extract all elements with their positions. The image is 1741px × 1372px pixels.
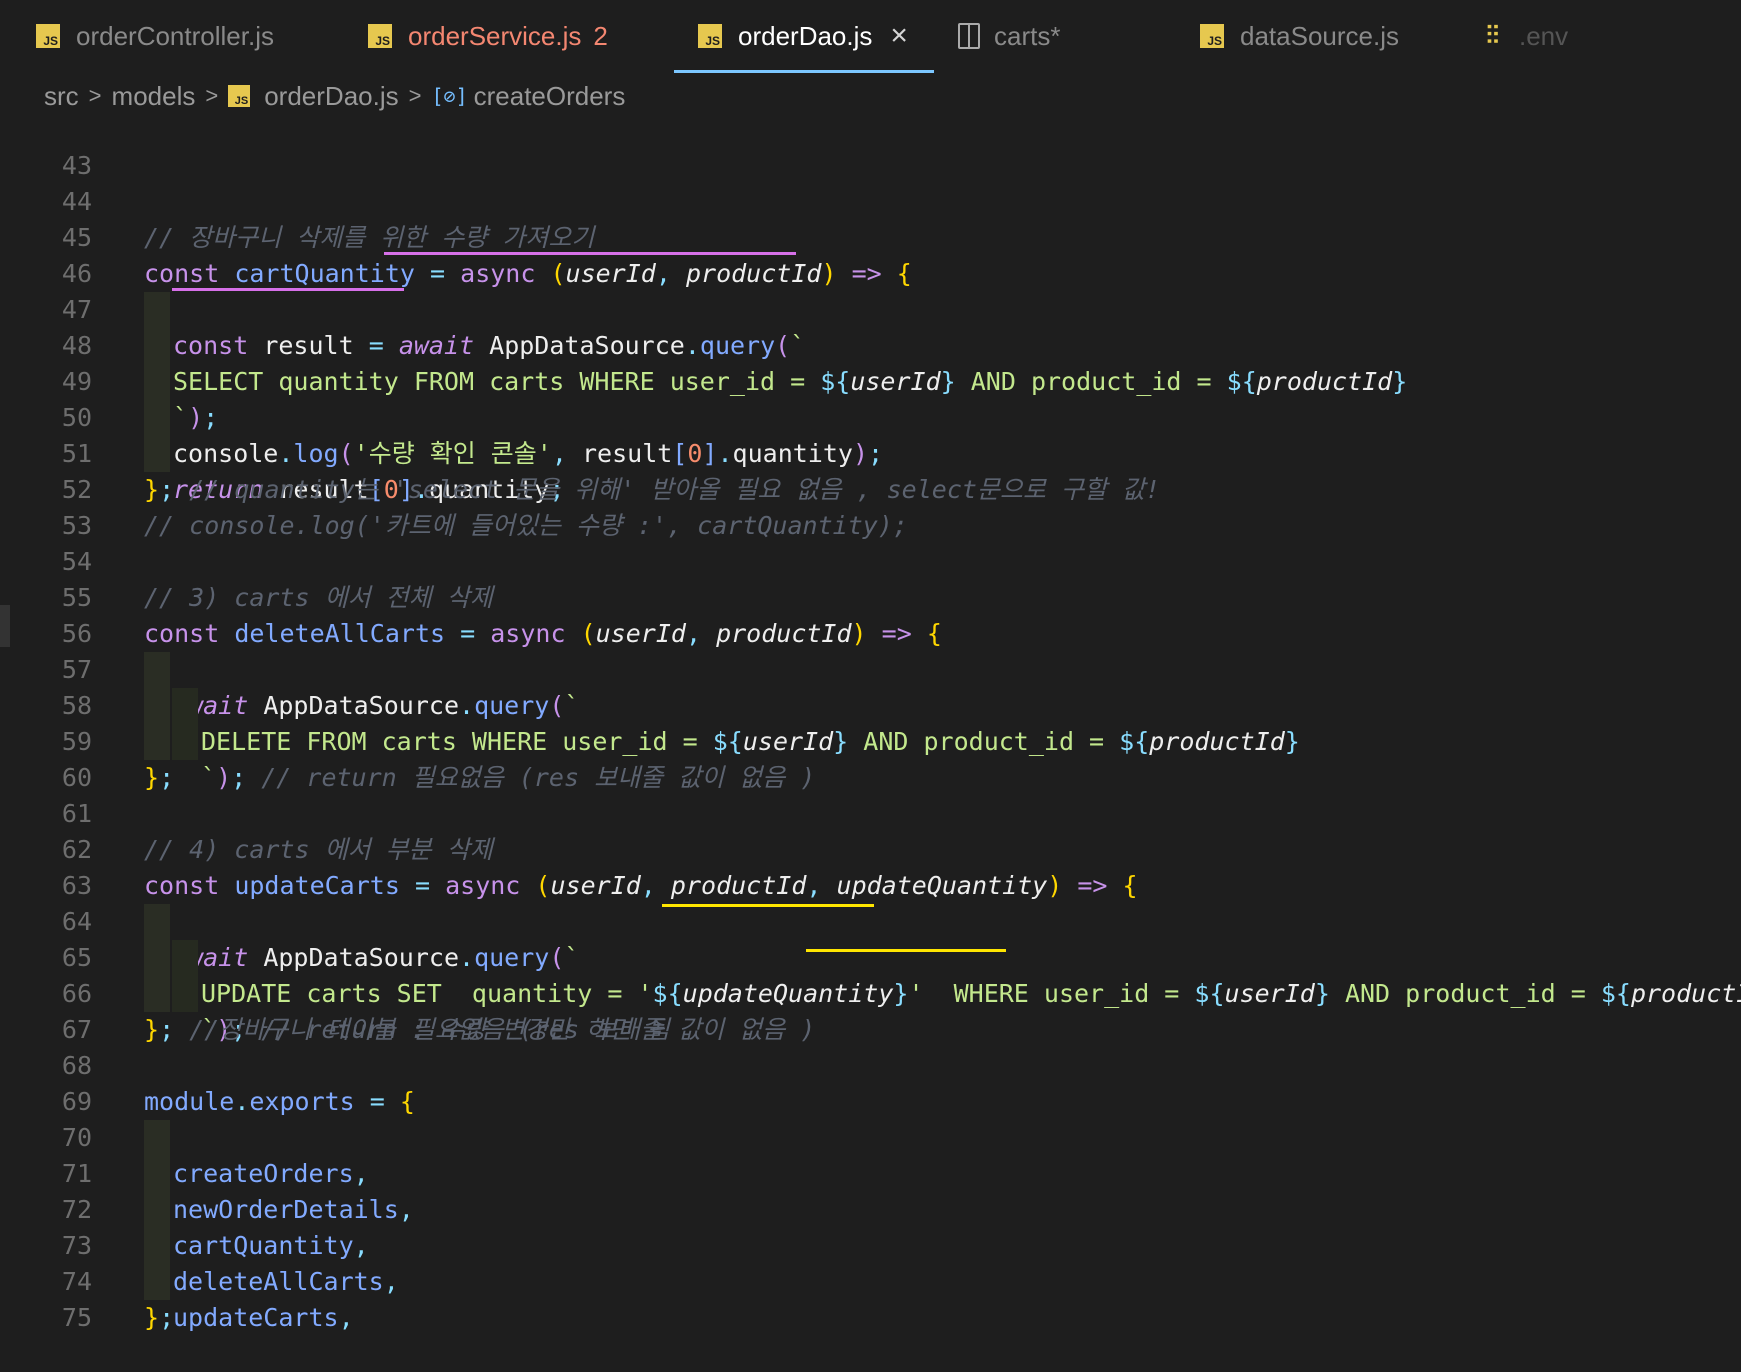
code-line: 66 }; //장바구니 테이블 : 수량 변경만 하면 됨 (0, 940, 1741, 1044)
js-file-icon: JS (1200, 24, 1224, 48)
js-file-icon: JS (36, 24, 60, 48)
chevron-right-icon: > (88, 83, 102, 108)
breadcrumb-item-models[interactable]: models (112, 81, 196, 112)
breadcrumb: src > models > JS orderDao.js > [⊘] crea… (44, 78, 625, 114)
tab-env[interactable]: ⫶⫶ .env (1486, 0, 1568, 72)
code-line: 75 (0, 1264, 1741, 1332)
tab-order-dao[interactable]: JS orderDao.js × (698, 0, 908, 72)
code-line: 65 `); // return 필요없음 (res 보내줄 값이 없음 ) (0, 904, 1741, 1044)
line-number: 75 (61, 1303, 92, 1332)
code-line: 62 const updateCarts = async (userId, pr… (0, 796, 1741, 900)
code-line: 49 console.log('수량 확인 콘솔', result[0].qua… (0, 328, 1741, 468)
code-line: 46 const result = await AppDataSource.qu… (0, 220, 1741, 360)
tab-label: orderController.js (76, 20, 274, 51)
code-line: 61 // 4) carts 에서 부분 삭제 (0, 760, 1741, 864)
code-line: 54 // 3) carts 에서 전체 삭제 (0, 508, 1741, 612)
highlight-underline (172, 288, 404, 291)
chevron-right-icon: > (205, 83, 219, 108)
js-file-icon: JS (368, 24, 392, 48)
close-icon[interactable]: × (890, 19, 908, 53)
code-line: 72 deleteAllCarts, (0, 1156, 1741, 1296)
code-line: 74 }; (0, 1228, 1741, 1332)
active-tab-indicator (674, 70, 934, 73)
highlight-underline (384, 252, 796, 255)
js-file-icon: JS (698, 24, 722, 48)
js-file-icon: JS (228, 85, 251, 107)
breadcrumb-item-symbol[interactable]: createOrders (474, 81, 626, 112)
problems-badge: 2 (593, 20, 608, 51)
breadcrumb-item-src[interactable]: src (44, 81, 79, 112)
split-editor-icon (958, 23, 980, 49)
code-line: 50 return result[0].quantity; (0, 364, 1741, 504)
code-line: 67 (0, 976, 1741, 1044)
code-line: 63 await AppDataSource.query(` (0, 832, 1741, 972)
tab-data-source[interactable]: JS dataSource.js (1200, 0, 1399, 72)
code-line: 58 `); // return 필요없음 (res 보내줄 값이 없음 ) (0, 652, 1741, 792)
chevron-right-icon: > (408, 83, 422, 108)
code-line: 53 (0, 472, 1741, 540)
code-line: 59 }; (0, 688, 1741, 792)
code-line: 44 // 장바구니 삭제를 위한 수량 가져오기 (0, 148, 1741, 252)
settings-sliders-icon: ⫶⫶ (1486, 20, 1499, 50)
code-line: 73 updateCarts, (0, 1192, 1741, 1332)
tab-label: orderService.js (408, 20, 582, 51)
code-line: 57 DELETE FROM carts WHERE user_id = ${u… (0, 616, 1741, 756)
breadcrumb-item-file[interactable]: orderDao.js (264, 81, 398, 112)
tab-order-controller[interactable]: JS orderController.js (36, 0, 274, 72)
variable-symbol-icon: [⊘] (431, 84, 468, 108)
code-line: 48 `); (0, 292, 1741, 432)
code-line: 51 }; // quantity는 'select 문을 위해' 받아올 필요… (0, 400, 1741, 504)
tab-order-service[interactable]: JS orderService.js 2 (368, 0, 608, 72)
code-line: 64 UPDATE carts SET quantity = '${update… (0, 868, 1741, 1008)
code-line: 52 // console.log('카트에 들어있는 수량 :', cartQ… (0, 436, 1741, 540)
tab-bar: JS orderController.js JS orderService.js… (0, 0, 1741, 76)
tab-label: dataSource.js (1240, 20, 1399, 51)
tab-label: orderDao.js (738, 20, 873, 51)
code-line: 56 await AppDataSource.query(` (0, 580, 1741, 720)
code-line: 71 cartQuantity, (0, 1120, 1741, 1260)
code-line: 70 newOrderDetails, (0, 1084, 1741, 1224)
tab-label: .env (1519, 20, 1569, 51)
code-line: 47 SELECT quantity FROM carts WHERE user… (0, 256, 1741, 396)
code-line: 69 createOrders, (0, 1048, 1741, 1188)
tab-label: carts* (994, 20, 1061, 51)
code-editor[interactable]: 43 44 // 장바구니 삭제를 위한 수량 가져오기 45 const ca… (0, 112, 1741, 1332)
code-line: 60 (0, 724, 1741, 792)
code-line: 68 module.exports = { (0, 1012, 1741, 1116)
tab-carts[interactable]: carts* (958, 0, 1060, 72)
code-line: 43 (0, 112, 1741, 180)
code-line: 55 const deleteAllCarts = async (userId,… (0, 544, 1741, 648)
code-line: 45 const cartQuantity = async (userId, p… (0, 184, 1741, 288)
